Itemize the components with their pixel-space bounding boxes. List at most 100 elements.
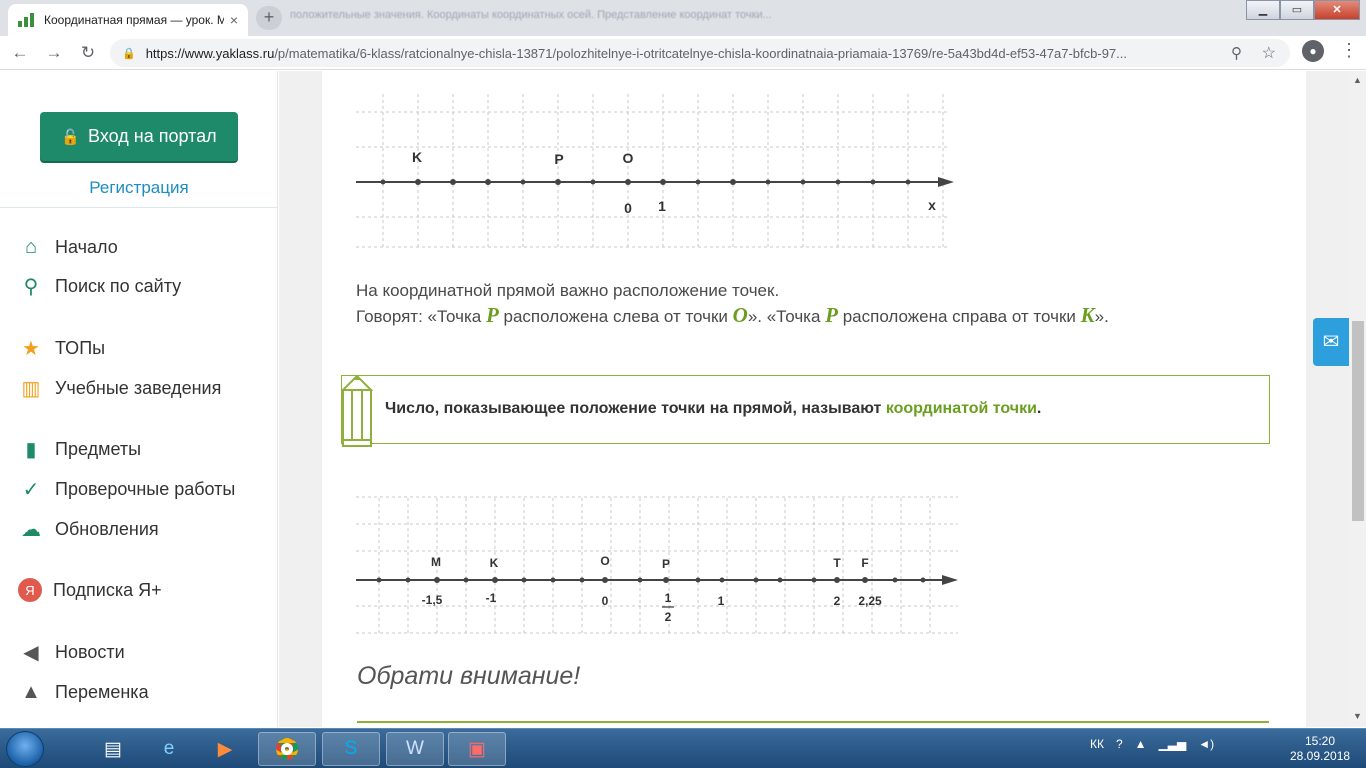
clock-time: 15:20	[1304, 734, 1336, 748]
pdf-icon[interactable]: ▣	[448, 732, 506, 766]
tab-title: Координатная прямая — урок. М	[44, 13, 224, 27]
sidebar-item-tests[interactable]: ✓ Проверочные работы	[18, 475, 236, 503]
chrome-icon[interactable]	[258, 732, 316, 766]
scroll-up-icon[interactable]: ▲	[1353, 75, 1362, 85]
sidebar-item-news[interactable]: ◀ Новости	[18, 638, 125, 666]
new-tab-button[interactable]: +	[256, 6, 282, 30]
paragraph-line: Говорят: «Точка P расположена слева от т…	[356, 303, 1109, 329]
yaklass-favicon-icon	[18, 13, 34, 27]
sidebar-item-label: Новости	[55, 641, 125, 662]
tick-label: 0	[624, 200, 632, 216]
variable-k: K	[1080, 303, 1095, 327]
tick-label: 2,25	[858, 594, 882, 608]
tick-label: -1,5	[422, 593, 443, 607]
window-controls: ▁ ▭ ✕	[1246, 0, 1360, 20]
text-fragment: ».	[1094, 307, 1109, 326]
register-link[interactable]: Регистрация	[0, 178, 277, 198]
forward-button[interactable]: →	[40, 39, 68, 67]
pencil-icon	[340, 374, 374, 447]
star-icon: ★	[22, 337, 40, 360]
sidebar-item-label: Обновления	[55, 518, 159, 539]
windows-taskbar: ▤ e ▶ S W ▣ КК ? ▲ ▁▃▅ ◄) 15:20 28.09.20…	[0, 728, 1366, 768]
text-fragment: Говорят: «Точка	[356, 307, 486, 326]
tick-label: 2	[834, 594, 841, 608]
scrollbar-thumb[interactable]	[1352, 321, 1364, 521]
browser-menu-icon[interactable]: ⋮	[1340, 40, 1358, 61]
network-icon[interactable]: ▁▃▅	[1159, 737, 1187, 751]
attention-divider	[357, 721, 1269, 723]
point-label: F	[861, 556, 868, 570]
sidebar-item-search[interactable]: ⚲ Поиск по сайту	[18, 272, 181, 300]
internet-explorer-icon[interactable]: e	[140, 732, 198, 766]
login-button[interactable]: 🔓 Вход на портал	[40, 112, 238, 161]
help-icon[interactable]: ?	[1116, 737, 1123, 751]
term-highlight: координатой точки	[885, 400, 1037, 417]
definition-text: Число, показывающее положение точки на п…	[385, 400, 1041, 418]
system-clock[interactable]: 15:20 28.09.2018	[1290, 734, 1350, 764]
point-label: M	[431, 555, 441, 569]
minimize-button[interactable]: ▁	[1246, 0, 1280, 20]
home-icon: ⌂	[24, 235, 38, 258]
reload-button[interactable]: ↻	[74, 39, 102, 67]
text-fragment: расположена справа от точки	[838, 307, 1081, 326]
feedback-mail-button[interactable]: ✉	[1313, 318, 1349, 366]
paragraph-line: На координатной прямой важно расположени…	[356, 281, 780, 300]
sidebar-item-tops[interactable]: ★ ТОПы	[18, 334, 105, 362]
text-fragment: Число, показывающее положение точки на п…	[385, 400, 886, 417]
bell-icon: ▲	[21, 680, 41, 703]
variable-p: P	[485, 303, 499, 327]
sidebar-item-subjects[interactable]: ▮ Предметы	[18, 435, 141, 463]
fraction-numerator: 1	[665, 591, 672, 605]
sidebar-item-label: Учебные заведения	[55, 377, 222, 398]
account-avatar-icon[interactable]: ●	[1302, 40, 1324, 62]
word-icon[interactable]: W	[386, 732, 444, 766]
number-line-1: K P O 0 1 x	[356, 94, 954, 250]
sidebar: 🔓 Вход на портал Регистрация ⌂ Начало ⚲ …	[0, 71, 278, 727]
address-bar[interactable]: 🔒 https://www.yaklass.ru /p/matematika/6…	[110, 39, 1290, 67]
tick-label: -1	[486, 591, 497, 605]
institution-icon: ▥	[21, 377, 41, 400]
sidebar-item-updates[interactable]: ☁ Обновления	[18, 515, 159, 543]
lesson-paragraph: На координатной прямой важно расположени…	[356, 279, 1109, 329]
point-label: K	[490, 556, 499, 570]
lock-icon: 🔒	[122, 47, 136, 60]
close-window-button[interactable]: ✕	[1314, 0, 1360, 20]
sidebar-item-label: Поиск по сайту	[55, 275, 182, 296]
sidebar-item-label: Проверочные работы	[55, 478, 236, 499]
search-icon: ⚲	[23, 275, 39, 298]
cloud-update-icon: ☁	[21, 518, 41, 541]
sidebar-item-institutions[interactable]: ▥ Учебные заведения	[18, 374, 222, 402]
subscription-icon: Я	[18, 578, 42, 602]
url-domain: https://www.yaklass.ru	[145, 45, 275, 61]
sidebar-item-break[interactable]: ▲ Переменка	[18, 678, 148, 706]
page-scrollbar[interactable]: ▲ ▼	[1350, 71, 1366, 727]
point-label: K	[412, 149, 422, 165]
zoom-icon[interactable]: ⚲	[1231, 44, 1242, 62]
text-fragment: расположена слева от точки	[498, 307, 733, 326]
scroll-down-icon[interactable]: ▼	[1353, 711, 1362, 721]
sidebar-item-subscription[interactable]: Я Подписка Я+	[18, 576, 162, 604]
variable-p: P	[825, 303, 838, 327]
back-button[interactable]: ←	[6, 39, 34, 67]
language-indicator[interactable]: КК	[1090, 737, 1104, 751]
tick-label: 1	[718, 594, 725, 608]
sidebar-item-label: Предметы	[55, 438, 142, 459]
tab-close-icon[interactable]: ×	[230, 12, 238, 28]
background-tabs: положительные значения. Координаты коорд…	[290, 9, 772, 21]
point-label: T	[833, 556, 841, 570]
start-button[interactable]	[6, 731, 44, 767]
system-tray: КК ? ▲ ▁▃▅ ◄)	[1090, 737, 1214, 751]
lock-icon: 🔓	[61, 128, 81, 146]
active-tab[interactable]: Координатная прямая — урок. М ×	[8, 4, 248, 36]
url-path: /p/matematika/6-klass/ratcionalnye-chisl…	[274, 45, 1127, 61]
media-player-icon[interactable]: ▶	[196, 732, 254, 766]
tick-label: 0	[602, 594, 609, 608]
bookmark-star-icon[interactable]: ☆	[1262, 43, 1276, 63]
skype-icon[interactable]: S	[322, 732, 380, 766]
maximize-button[interactable]: ▭	[1280, 0, 1314, 20]
volume-icon[interactable]: ◄)	[1198, 737, 1214, 751]
clock-date: 28.09.2018	[1290, 749, 1351, 763]
tray-arrow-icon[interactable]: ▲	[1135, 737, 1147, 751]
sidebar-item-home[interactable]: ⌂ Начало	[18, 233, 118, 261]
file-explorer-icon[interactable]: ▤	[84, 732, 142, 766]
